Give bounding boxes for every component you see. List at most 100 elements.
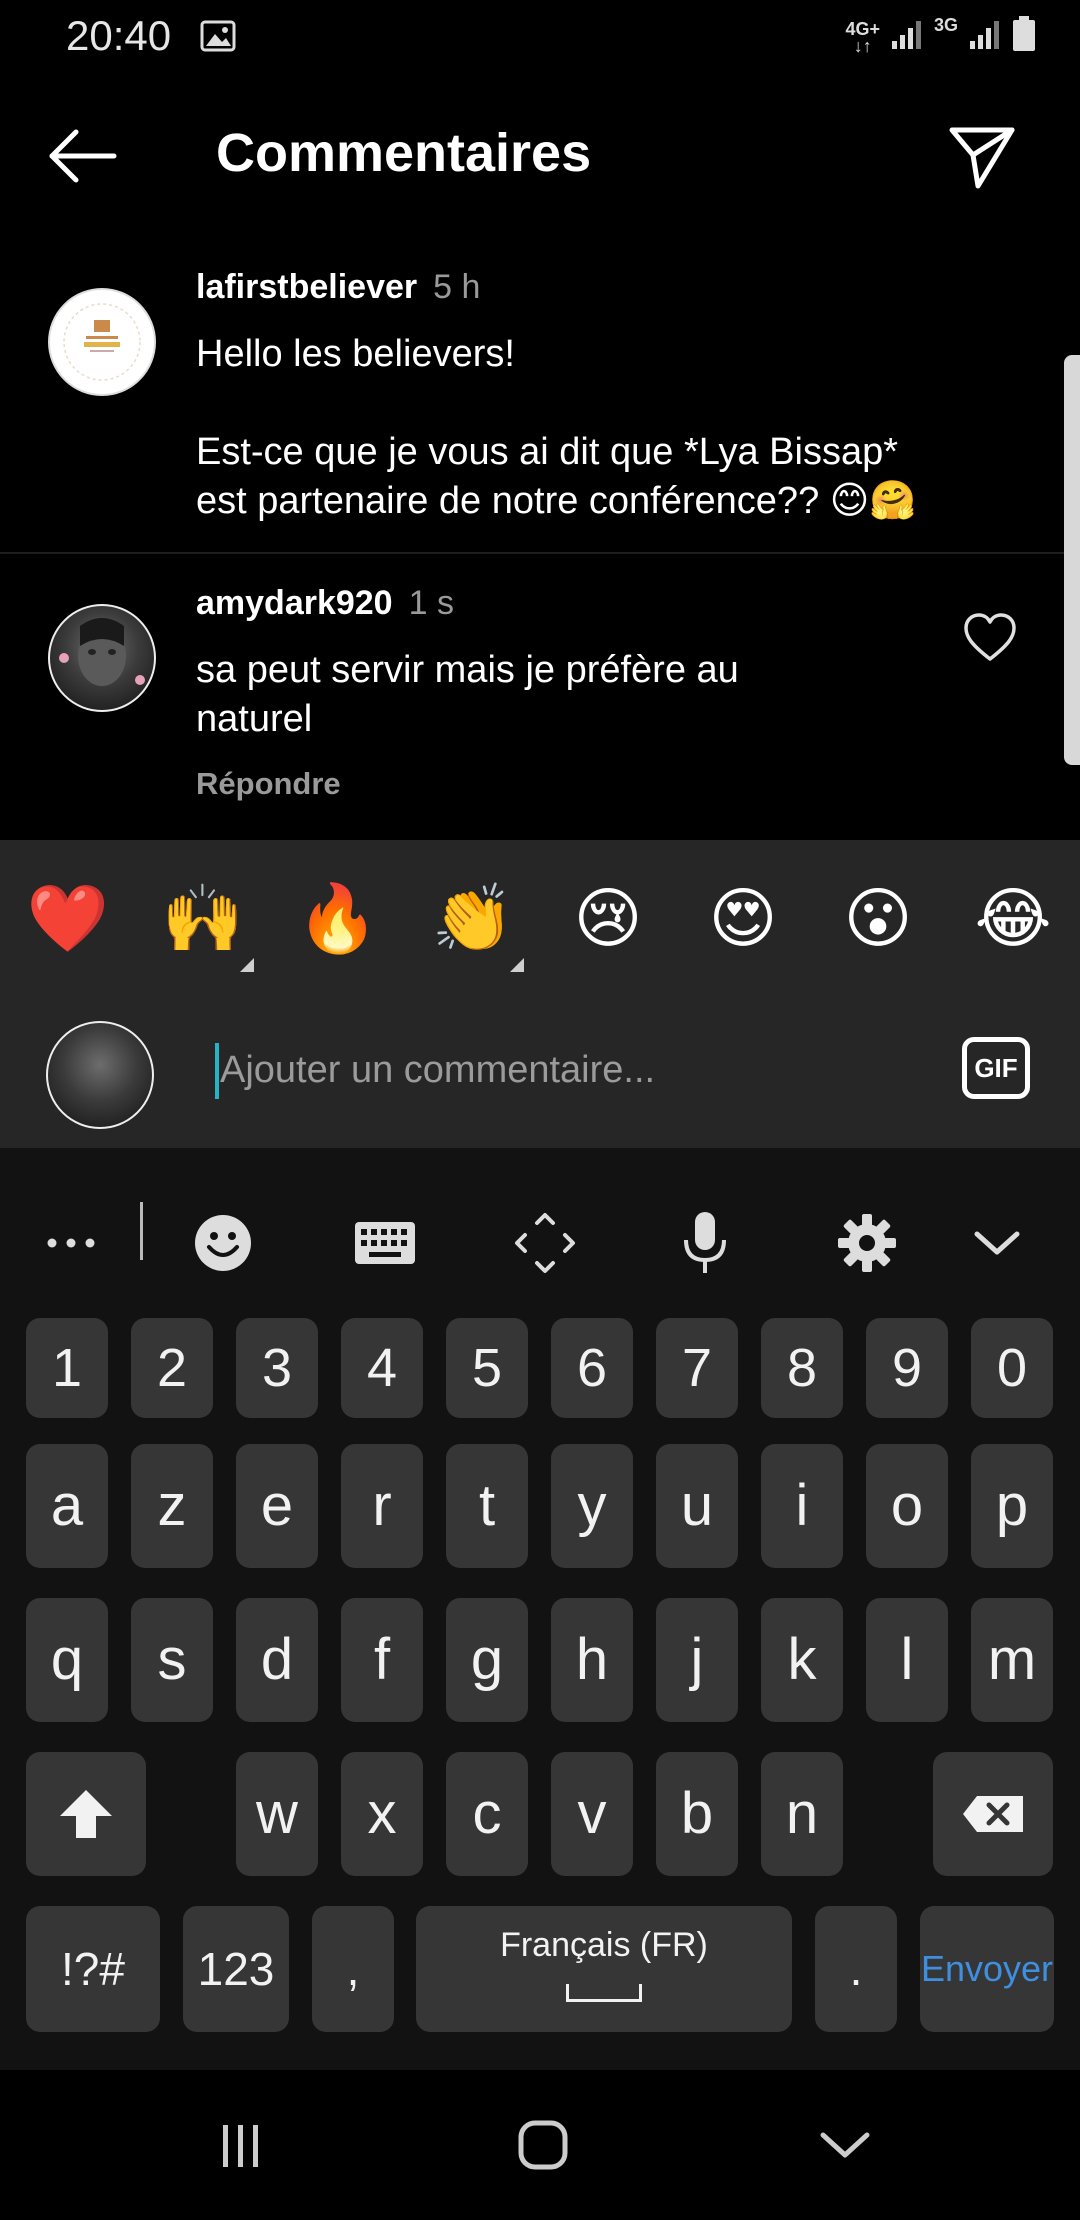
status-bar: 20:40 4G+ ↓↑ 3G bbox=[0, 0, 1080, 72]
key-s[interactable]: s bbox=[131, 1598, 213, 1722]
key-g[interactable]: g bbox=[446, 1598, 528, 1722]
key-9[interactable]: 9 bbox=[866, 1318, 948, 1418]
key-n[interactable]: n bbox=[761, 1752, 843, 1876]
key-b[interactable]: b bbox=[656, 1752, 738, 1876]
emoji-crying[interactable]: 😢 bbox=[558, 878, 658, 958]
shift-key[interactable] bbox=[26, 1752, 146, 1876]
text-cursor bbox=[215, 1043, 219, 1099]
key-d[interactable]: d bbox=[236, 1598, 318, 1722]
emoji-laughing[interactable]: 😂 bbox=[963, 878, 1063, 958]
key-7[interactable]: 7 bbox=[656, 1318, 738, 1418]
comment-username[interactable]: amydark920 1 s bbox=[196, 584, 454, 623]
keyboard-settings-button[interactable] bbox=[832, 1208, 902, 1278]
key-y[interactable]: y bbox=[551, 1444, 633, 1568]
key-j[interactable]: j bbox=[656, 1598, 738, 1722]
key-3[interactable]: 3 bbox=[236, 1318, 318, 1418]
home-button[interactable] bbox=[498, 2110, 588, 2180]
shift-arrow-icon bbox=[60, 1790, 112, 1838]
key-h[interactable]: h bbox=[551, 1598, 633, 1722]
comment-username[interactable]: lafirstbeliever 5 h bbox=[196, 268, 480, 307]
emoji-surprised[interactable]: 😮 bbox=[828, 878, 928, 958]
gear-icon bbox=[838, 1214, 896, 1272]
backspace-key[interactable] bbox=[933, 1752, 1053, 1876]
emoji-raised-hands[interactable]: 🙌 bbox=[153, 878, 253, 958]
emoji-clap[interactable]: 👏 bbox=[423, 878, 523, 958]
network-4g-label: 4G+ ↓↑ bbox=[845, 18, 880, 56]
scrollbar[interactable] bbox=[1064, 355, 1080, 765]
key-6[interactable]: 6 bbox=[551, 1318, 633, 1418]
key-r[interactable]: r bbox=[341, 1444, 423, 1568]
chevron-down-icon bbox=[974, 1231, 1020, 1255]
key-a[interactable]: a bbox=[26, 1444, 108, 1568]
recent-apps-button[interactable] bbox=[196, 2110, 286, 2180]
comment-text-line: Hello les believers! bbox=[196, 333, 515, 375]
symbols-key[interactable]: !?# bbox=[26, 1906, 160, 2032]
emoji-keyboard-button[interactable] bbox=[188, 1208, 258, 1278]
key-1[interactable]: 1 bbox=[26, 1318, 108, 1418]
brand-logo-icon bbox=[63, 303, 141, 381]
skin-tone-indicator-icon bbox=[510, 958, 524, 972]
key-u[interactable]: u bbox=[656, 1444, 738, 1568]
space-language-label: Français (FR) bbox=[500, 1926, 708, 1964]
key-i[interactable]: i bbox=[761, 1444, 843, 1568]
system-nav-bar bbox=[0, 2070, 1080, 2220]
avatar[interactable] bbox=[48, 604, 156, 712]
key-k[interactable]: k bbox=[761, 1598, 843, 1722]
cursor-move-button[interactable] bbox=[510, 1208, 580, 1278]
divider bbox=[0, 552, 1064, 554]
heart-icon bbox=[964, 613, 1016, 661]
keyboard: 1 2 3 4 5 6 7 8 9 0 a z e r t y u i o p … bbox=[0, 1148, 1080, 2070]
recent-apps-icon bbox=[223, 2125, 258, 2167]
key-5[interactable]: 5 bbox=[446, 1318, 528, 1418]
send-key[interactable]: Envoyer bbox=[920, 1906, 1054, 2032]
key-m[interactable]: m bbox=[971, 1598, 1053, 1722]
key-l[interactable]: l bbox=[866, 1598, 948, 1722]
more-options-button[interactable] bbox=[36, 1208, 106, 1278]
key-8[interactable]: 8 bbox=[761, 1318, 843, 1418]
signal-icon-2 bbox=[968, 19, 1002, 54]
key-f[interactable]: f bbox=[341, 1598, 423, 1722]
emoji-heart[interactable]: ❤️ bbox=[18, 878, 118, 958]
comment-text-line: sa peut servir mais je préfère au bbox=[196, 649, 739, 691]
period-key[interactable]: . bbox=[815, 1906, 897, 2032]
arrow-left-icon bbox=[49, 129, 117, 183]
keyboard-icon bbox=[355, 1222, 415, 1264]
emoji-fire[interactable]: 🔥 bbox=[288, 878, 388, 958]
gif-button[interactable]: GIF bbox=[962, 1037, 1030, 1099]
home-icon bbox=[518, 2120, 568, 2170]
microphone-icon bbox=[684, 1212, 726, 1273]
key-t[interactable]: t bbox=[446, 1444, 528, 1568]
key-x[interactable]: x bbox=[341, 1752, 423, 1876]
key-q[interactable]: q bbox=[26, 1598, 108, 1722]
key-p[interactable]: p bbox=[971, 1444, 1053, 1568]
hide-keyboard-button[interactable] bbox=[962, 1208, 1032, 1278]
like-button[interactable] bbox=[962, 612, 1018, 664]
numpad-key[interactable]: 123 bbox=[183, 1906, 289, 2032]
key-z[interactable]: z bbox=[131, 1444, 213, 1568]
emoji-heart-eyes[interactable]: 😍 bbox=[693, 878, 793, 958]
comment-text-line: est partenaire de notre conférence?? 😊🤗 bbox=[196, 480, 917, 522]
key-4[interactable]: 4 bbox=[341, 1318, 423, 1418]
key-2[interactable]: 2 bbox=[131, 1318, 213, 1418]
reply-button[interactable]: Répondre bbox=[196, 766, 341, 802]
back-nav-button[interactable] bbox=[800, 2110, 890, 2180]
back-button[interactable] bbox=[46, 128, 118, 184]
key-e[interactable]: e bbox=[236, 1444, 318, 1568]
comment-input[interactable] bbox=[214, 1025, 914, 1115]
status-time: 20:40 bbox=[66, 12, 172, 59]
comma-key[interactable]: , bbox=[312, 1906, 394, 2032]
share-button[interactable] bbox=[946, 120, 1018, 192]
key-0[interactable]: 0 bbox=[971, 1318, 1053, 1418]
comment-time: 1 s bbox=[408, 584, 454, 622]
page-title: Commentaires bbox=[216, 123, 592, 183]
key-w[interactable]: w bbox=[236, 1752, 318, 1876]
voice-input-button[interactable] bbox=[670, 1208, 740, 1278]
space-key[interactable]: Français (FR) bbox=[416, 1906, 792, 2032]
key-o[interactable]: o bbox=[866, 1444, 948, 1568]
status-icons: 4G+ ↓↑ 3G bbox=[845, 16, 1036, 57]
avatar[interactable] bbox=[48, 288, 156, 396]
keyboard-mode-button[interactable] bbox=[350, 1208, 420, 1278]
key-v[interactable]: v bbox=[551, 1752, 633, 1876]
skin-tone-indicator-icon bbox=[240, 958, 254, 972]
key-c[interactable]: c bbox=[446, 1752, 528, 1876]
